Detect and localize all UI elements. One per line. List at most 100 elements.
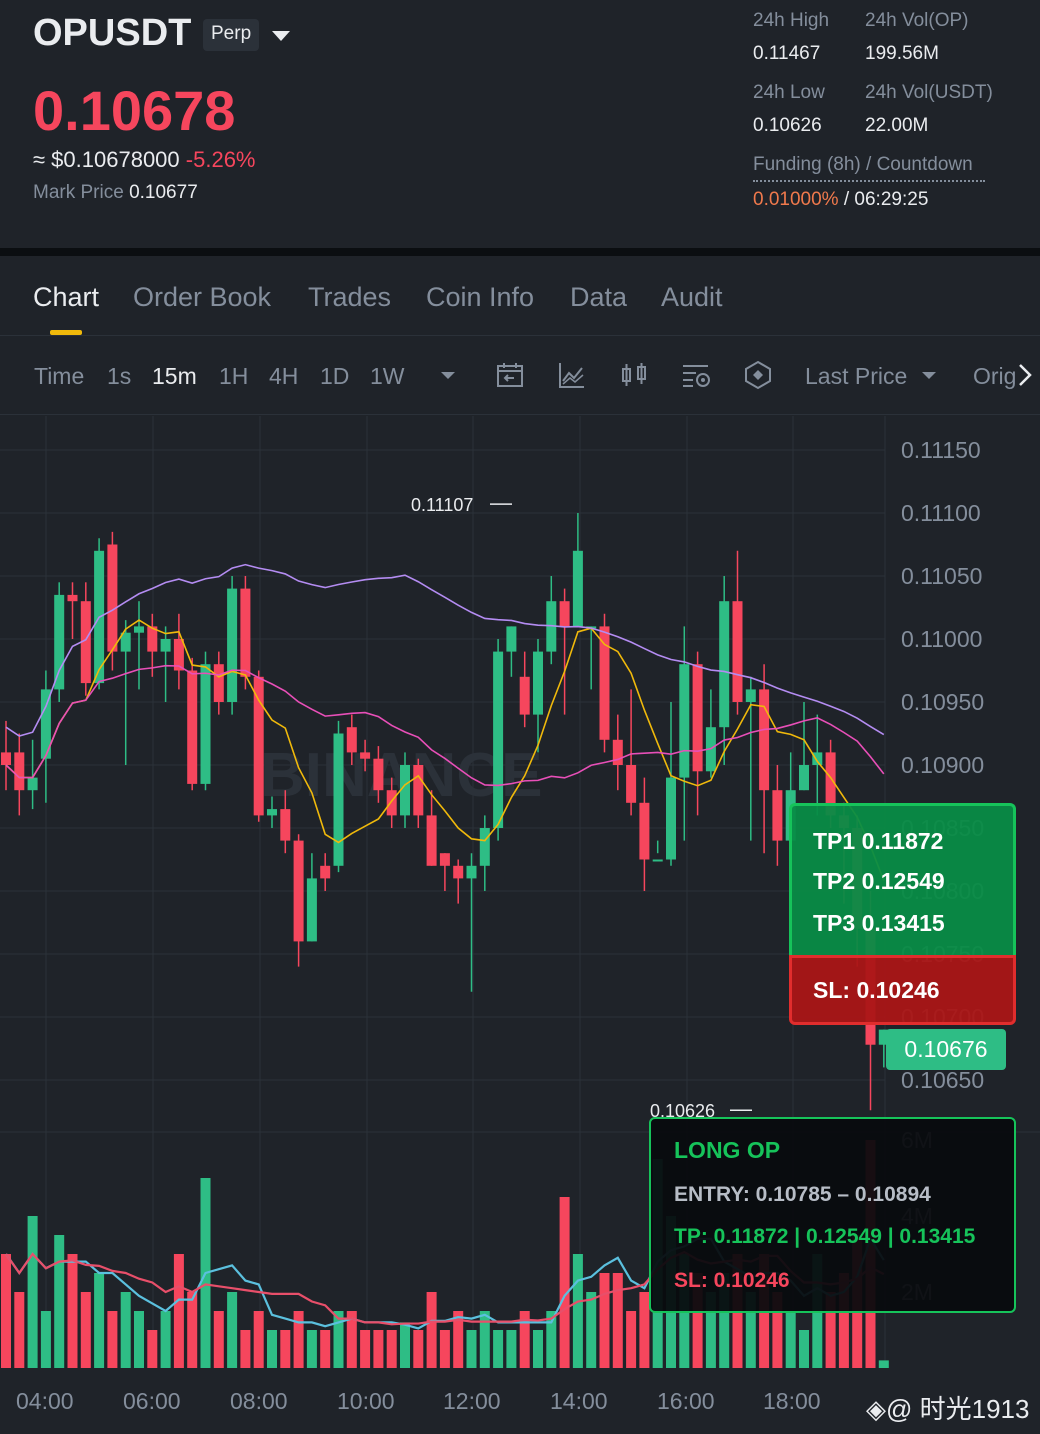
volume-bar bbox=[586, 1292, 597, 1368]
candle-body bbox=[67, 594, 78, 602]
volume-bar bbox=[1, 1254, 11, 1368]
funding-separator: / bbox=[843, 189, 850, 210]
price-tick-label: 0.11000 bbox=[901, 626, 983, 652]
chevron-right-icon[interactable] bbox=[1010, 359, 1040, 391]
price-tick-label: 0.10650 bbox=[901, 1067, 985, 1093]
volume-bar bbox=[612, 1273, 623, 1368]
candle-body bbox=[267, 809, 277, 816]
interval-dropdown-icon[interactable] bbox=[432, 359, 464, 391]
interval-1d[interactable]: 1D bbox=[320, 363, 349, 390]
take-profit-box: TP1 0.11872 TP2 0.12549 TP3 0.13415 bbox=[789, 803, 1016, 955]
candle-body bbox=[213, 664, 224, 702]
volume-bar bbox=[54, 1235, 65, 1368]
candle-body bbox=[745, 689, 756, 702]
funding-rate: 0.01000% bbox=[753, 189, 839, 210]
volume-bar bbox=[94, 1273, 105, 1368]
candle-body bbox=[533, 651, 543, 715]
price-type-dropdown-icon[interactable] bbox=[913, 359, 945, 391]
candle-body bbox=[652, 859, 663, 862]
volume-bar bbox=[67, 1254, 78, 1368]
candle-body bbox=[759, 689, 770, 791]
volume-bar bbox=[466, 1330, 477, 1368]
volume-bar bbox=[267, 1330, 277, 1368]
chart-toolbar: Time 1s 15m 1H 4H 1D 1W Last Price Orig bbox=[0, 337, 1040, 415]
interval-4h[interactable]: 4H bbox=[269, 363, 298, 390]
candle-body bbox=[187, 670, 198, 784]
funding-label[interactable]: Funding (8h) / Countdown bbox=[753, 154, 985, 182]
candle-style-icon[interactable] bbox=[618, 359, 650, 391]
volume-bar bbox=[506, 1330, 517, 1368]
candle-body bbox=[453, 865, 464, 879]
candle-body bbox=[320, 865, 331, 879]
volume-bar bbox=[626, 1311, 637, 1368]
signal-sl: SL: 0.10246 bbox=[674, 1269, 790, 1292]
tab-order-book[interactable]: Order Book bbox=[133, 282, 271, 313]
tab-coin-info[interactable]: Coin Info bbox=[426, 282, 534, 313]
interval-1h[interactable]: 1H bbox=[219, 363, 248, 390]
contract-type-badge: Perp bbox=[203, 19, 260, 51]
trade-signal-card: LONG OP ENTRY: 0.10785 – 0.10894 TP: 0.1… bbox=[649, 1117, 1016, 1313]
candle-body bbox=[227, 588, 238, 702]
candle-body bbox=[466, 865, 477, 879]
volume-bar bbox=[227, 1292, 238, 1368]
tp3-label: TP3 0.13415 bbox=[813, 910, 945, 936]
time-tick-label: 06:00 bbox=[123, 1388, 181, 1414]
time-tick-label: 08:00 bbox=[230, 1388, 288, 1414]
tp1-label: TP1 0.11872 bbox=[813, 828, 944, 854]
candle-body bbox=[386, 790, 397, 816]
time-label[interactable]: Time bbox=[34, 363, 84, 390]
candle-body bbox=[679, 664, 690, 778]
volume-bar bbox=[479, 1311, 490, 1368]
hexagon-icon[interactable] bbox=[742, 359, 774, 391]
candle-body bbox=[253, 676, 264, 816]
price-tick-label: 0.11050 bbox=[901, 563, 983, 589]
tab-audit[interactable]: Audit bbox=[661, 282, 723, 313]
volume-bar bbox=[799, 1330, 809, 1368]
candle-body bbox=[293, 840, 304, 942]
candle-body bbox=[439, 853, 450, 866]
funding-countdown: 06:29:25 bbox=[854, 189, 929, 210]
active-tab-indicator bbox=[50, 330, 82, 335]
usd-equivalent-value: ≈ $0.10678000 bbox=[33, 147, 180, 172]
candle-body bbox=[426, 815, 437, 866]
price-type-select[interactable]: Last Price bbox=[805, 363, 907, 390]
candle-body bbox=[559, 601, 570, 627]
symbol-dropdown-icon[interactable] bbox=[272, 31, 290, 41]
section-divider bbox=[0, 248, 1040, 256]
signal-tp: TP: 0.11872 | 0.12549 | 0.13415 bbox=[674, 1225, 976, 1248]
chart-settings-icon[interactable] bbox=[680, 359, 712, 391]
price-tick-label: 0.10950 bbox=[901, 689, 985, 715]
candle-body bbox=[1, 752, 11, 765]
indicator-icon[interactable] bbox=[556, 359, 588, 391]
volume-bar bbox=[439, 1330, 450, 1368]
candle-body bbox=[772, 790, 783, 841]
sl-label: SL: 0.10246 bbox=[813, 977, 940, 1003]
candle-body bbox=[719, 601, 730, 728]
vol-usdt-value: 22.00M bbox=[865, 115, 929, 136]
watermark-logo-icon: ◈ bbox=[866, 1394, 886, 1424]
interval-1s[interactable]: 1s bbox=[107, 363, 131, 390]
volume-bar bbox=[27, 1216, 38, 1368]
funding-value: 0.01000% / 06:29:25 bbox=[753, 189, 928, 211]
current-price-tag: 0.10676 bbox=[886, 1029, 1006, 1070]
time-tick-label: 10:00 bbox=[337, 1388, 395, 1414]
low-value: 0.10626 bbox=[753, 115, 822, 136]
signal-title: LONG OP bbox=[674, 1137, 781, 1163]
tab-chart[interactable]: Chart bbox=[33, 282, 99, 313]
interval-1w[interactable]: 1W bbox=[370, 363, 405, 390]
mark-price-value: 0.10677 bbox=[129, 182, 198, 203]
tab-trades[interactable]: Trades bbox=[308, 282, 391, 313]
volume-bar bbox=[320, 1330, 331, 1368]
volume-bar bbox=[493, 1330, 504, 1368]
candle-body bbox=[333, 733, 344, 866]
mark-price-label: Mark Price bbox=[33, 182, 124, 203]
symbol-title[interactable]: OPUSDT bbox=[33, 12, 191, 55]
volume-bar bbox=[639, 1292, 650, 1368]
interval-15m[interactable]: 15m bbox=[152, 363, 197, 390]
ticker-header: OPUSDT Perp 0.10678 ≈ $0.10678000 -5.26%… bbox=[0, 0, 1040, 248]
tab-data[interactable]: Data bbox=[570, 282, 627, 313]
calendar-icon[interactable] bbox=[494, 359, 526, 391]
volume-bar bbox=[426, 1292, 437, 1368]
price-tick-label: 0.10900 bbox=[901, 752, 985, 778]
volume-bar bbox=[413, 1330, 424, 1368]
